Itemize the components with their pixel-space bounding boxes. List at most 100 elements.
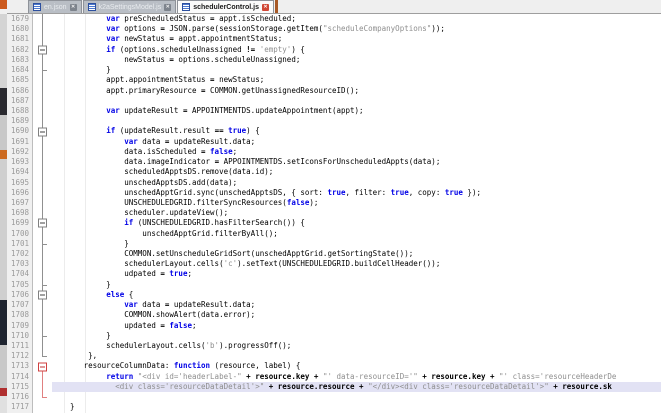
code-line[interactable]: 1692 data.isScheduled = false; [7, 147, 661, 157]
code-line[interactable]: 1699 if (UNSCHEDULEDGRID.hasFilterSearch… [7, 218, 661, 228]
code-line[interactable]: 1694 scheduledApptsDS.remove(data.id); [7, 167, 661, 177]
code-line[interactable]: 1687 [7, 96, 661, 106]
code-line[interactable]: 1701 } [7, 239, 661, 249]
fold-gutter [33, 116, 52, 126]
fold-gutter [33, 300, 52, 310]
ide-window: en.json ✕ k2aSettingsModel.js ✕ schedule… [0, 0, 661, 413]
code-text: COMMON.showAlert(data.error); [52, 310, 661, 320]
close-icon[interactable]: ✕ [70, 4, 77, 11]
line-number: 1684 [7, 65, 33, 75]
code-line[interactable]: 1696 unschedApptGrid.sync(unschedApptsDS… [7, 188, 661, 198]
line-number: 1712 [7, 351, 33, 361]
fold-gutter [33, 249, 52, 259]
fold-gutter [33, 372, 52, 382]
fold-gutter [33, 310, 52, 320]
code-line[interactable]: 1690 if (updateResult.result == true) { [7, 126, 661, 136]
fold-gutter [33, 178, 52, 188]
code-line[interactable]: 1717 } [7, 402, 661, 412]
code-line[interactable]: 1708 COMMON.showAlert(data.error); [7, 310, 661, 320]
fold-toggle-icon[interactable] [38, 291, 47, 300]
code-text: } [52, 280, 661, 290]
code-line[interactable]: 1714 return "<div id='headerLabel-" + re… [7, 372, 661, 382]
fold-gutter [33, 280, 52, 290]
code-line[interactable]: 1697 UNSCHEDULEDGRID.filterSyncResources… [7, 198, 661, 208]
code-line[interactable]: 1700 unschedApptGrid.filterByAll(); [7, 229, 661, 239]
tab-k2asettingsmodel-js[interactable]: k2aSettingsModel.js ✕ [83, 0, 177, 13]
code-line[interactable]: 1713 resourceColumnData: function (resou… [7, 361, 661, 371]
code-line[interactable]: 1702 COMMON.setUnscheduleGridSort(unsche… [7, 249, 661, 259]
code-line[interactable]: 1710 } [7, 331, 661, 341]
line-number: 1680 [7, 24, 33, 34]
code-line[interactable]: 1706 else { [7, 290, 661, 300]
code-text: data.isScheduled = false; [52, 147, 661, 157]
code-line[interactable]: 1716 [7, 392, 661, 402]
tab-label: en.json [44, 4, 67, 11]
code-line[interactable]: 1703 schedulerLayout.cells('c').setText(… [7, 259, 661, 269]
fold-toggle-icon[interactable] [38, 45, 47, 54]
code-text: data.imageIndicator = APPOINTMENTDS.setI… [52, 157, 661, 167]
code-line[interactable]: 1693 data.imageIndicator = APPOINTMENTDS… [7, 157, 661, 167]
tab-en-json[interactable]: en.json ✕ [28, 0, 82, 13]
code-line[interactable]: 1686 appt.primaryResource = COMMON.getUn… [7, 86, 661, 96]
code-text [52, 392, 661, 402]
code-editor[interactable]: 1679 var preScheduledStatus = appt.isSch… [7, 14, 661, 413]
code-line[interactable]: 1698 scheduler.updateView(); [7, 208, 661, 218]
code-line[interactable]: 1688 var updateResult = APPOINTMENTDS.up… [7, 106, 661, 116]
fold-gutter [33, 188, 52, 198]
code-line[interactable]: 1704 udpated = true; [7, 269, 661, 279]
fold-gutter [33, 341, 52, 351]
code-line[interactable]: 1707 var data = updateResult.data; [7, 300, 661, 310]
code-text: scheduler.updateView(); [52, 208, 661, 218]
code-line[interactable]: 1705 } [7, 280, 661, 290]
code-text: var preScheduledStatus = appt.isSchedule… [52, 14, 661, 24]
fold-toggle-icon[interactable] [38, 127, 47, 136]
close-icon[interactable]: ✕ [262, 4, 269, 11]
code-text: scheduledApptsDS.remove(data.id); [52, 167, 661, 177]
code-line[interactable]: 1680 var options = JSON.parse(sessionSto… [7, 24, 661, 34]
fold-gutter [33, 218, 52, 228]
line-number: 1710 [7, 331, 33, 341]
line-number: 1693 [7, 157, 33, 167]
code-line[interactable]: 1715 <div class='resourceDataDetail'>" +… [7, 382, 661, 392]
code-text: }, [52, 351, 661, 361]
line-number: 1679 [7, 14, 33, 24]
line-number: 1716 [7, 392, 33, 402]
fold-gutter [33, 24, 52, 34]
code-text: unschedApptGrid.sync(unschedApptsDS, { s… [52, 188, 661, 198]
fold-gutter [33, 86, 52, 96]
fold-gutter [33, 14, 52, 24]
line-number: 1703 [7, 259, 33, 269]
fold-gutter [33, 229, 52, 239]
code-line[interactable]: 1691 var data = updateResult.data; [7, 137, 661, 147]
line-number: 1711 [7, 341, 33, 351]
fold-gutter [33, 259, 52, 269]
fold-gutter [33, 361, 52, 371]
code-line[interactable]: 1711 schedulerLayout.cells('b').progress… [7, 341, 661, 351]
code-line[interactable]: 1682 if (options.scheduleUnassigned != '… [7, 45, 661, 55]
code-line[interactable]: 1683 newStatus = options.scheduleUnassig… [7, 55, 661, 65]
line-number: 1686 [7, 86, 33, 96]
code-text: schedulerLayout.cells('b').progressOff()… [52, 341, 661, 351]
code-line[interactable]: 1709 updated = false; [7, 321, 661, 331]
code-text: var options = JSON.parse(sessionStorage.… [52, 24, 661, 34]
fold-toggle-icon[interactable] [38, 362, 47, 371]
close-icon[interactable]: ✕ [164, 4, 171, 11]
line-number: 1702 [7, 249, 33, 259]
code-line[interactable]: 1695 unschedApptsDS.add(data); [7, 178, 661, 188]
code-text: var updateResult = APPOINTMENTDS.updateA… [52, 106, 661, 116]
code-line[interactable]: 1681 var newStatus = appt.appointmentSta… [7, 34, 661, 44]
code-line[interactable]: 1689 [7, 116, 661, 126]
code-text: newStatus = options.scheduleUnassigned; [52, 55, 661, 65]
code-line[interactable]: 1685 appt.appointmentStatus = newStatus; [7, 75, 661, 85]
fold-gutter [33, 167, 52, 177]
line-number: 1682 [7, 45, 33, 55]
code-line[interactable]: 1679 var preScheduledStatus = appt.isSch… [7, 14, 661, 24]
fold-gutter [33, 55, 52, 65]
code-line[interactable]: 1712 }, [7, 351, 661, 361]
fold-toggle-icon[interactable] [38, 219, 47, 228]
code-line[interactable]: 1684 } [7, 65, 661, 75]
code-text: unschedApptGrid.filterByAll(); [52, 229, 661, 239]
line-number: 1715 [7, 382, 33, 392]
code-text: return "<div id='headerLabel-" + resourc… [52, 372, 661, 382]
tab-schedulercontrol-js[interactable]: schedulerControl.js ✕ [177, 0, 274, 13]
